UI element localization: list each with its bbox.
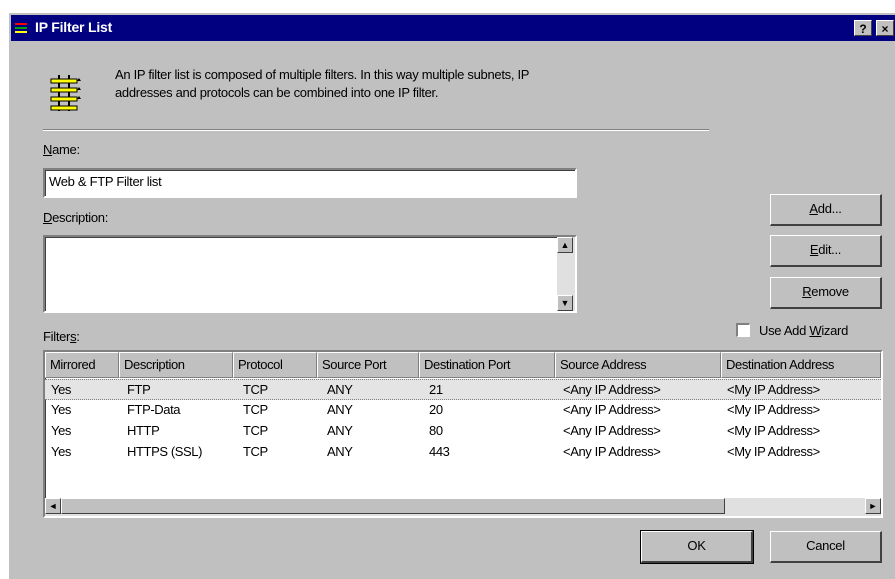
add-button[interactable]: Add...	[770, 194, 882, 226]
scroll-down-icon[interactable]: ▼	[557, 295, 573, 311]
column-header-description[interactable]: Description	[119, 352, 233, 378]
close-button[interactable]: ×	[876, 20, 894, 36]
filters-horizontal-scrollbar[interactable]: ◄ ►	[45, 498, 881, 516]
description-scrollbar[interactable]: ▲ ▼	[557, 237, 575, 311]
filters-label: Filters:	[43, 329, 80, 344]
remove-button[interactable]: Remove	[770, 277, 882, 309]
scroll-right-icon[interactable]: ►	[865, 498, 881, 514]
column-header-protocol[interactable]: Protocol	[233, 352, 317, 378]
help-button[interactable]: ?	[854, 20, 872, 36]
scroll-left-icon[interactable]: ◄	[45, 498, 61, 514]
description-label: Description:	[43, 210, 109, 225]
cancel-button[interactable]: Cancel	[770, 531, 882, 563]
filters-list[interactable]: Mirrored Description Protocol Source Por…	[43, 350, 883, 518]
scroll-up-icon[interactable]: ▲	[557, 237, 573, 253]
window-title: IP Filter List	[35, 19, 113, 35]
table-row[interactable]: Yes HTTP TCP ANY 80 <Any IP Address> <My…	[45, 421, 881, 442]
table-row[interactable]: Yes HTTPS (SSL) TCP ANY 443 <Any IP Addr…	[45, 442, 881, 463]
table-row[interactable]: Yes FTP-Data TCP ANY 20 <Any IP Address>…	[45, 400, 881, 421]
description-field[interactable]: ▲ ▼	[43, 235, 577, 313]
ip-filter-icon	[50, 75, 81, 111]
edit-button[interactable]: Edit...	[770, 235, 882, 267]
table-row[interactable]: Yes FTP TCP ANY 21 <Any IP Address> <My …	[45, 379, 881, 400]
column-header-mirrored[interactable]: Mirrored	[45, 352, 119, 378]
title-bar[interactable]: IP Filter List ? ×	[11, 15, 895, 41]
filter-list-icon	[15, 23, 27, 33]
column-header-source-port[interactable]: Source Port	[317, 352, 419, 378]
info-description: An IP filter list is composed of multipl…	[115, 67, 530, 100]
ip-filter-list-dialog: IP Filter List ? × An IP filter list is …	[8, 12, 895, 579]
column-header-destination-address[interactable]: Destination Address	[721, 352, 881, 378]
column-header-source-address[interactable]: Source Address	[555, 352, 721, 378]
name-field[interactable]: Web & FTP Filter list	[43, 168, 577, 198]
column-header-destination-port[interactable]: Destination Port	[419, 352, 555, 378]
use-add-wizard-label[interactable]: Use Add Wizard	[759, 323, 848, 338]
scroll-thumb[interactable]	[61, 498, 725, 514]
use-add-wizard-checkbox[interactable]	[736, 323, 750, 337]
name-label: Name:	[43, 142, 80, 157]
separator	[43, 129, 709, 131]
ok-button[interactable]: OK	[640, 530, 754, 564]
